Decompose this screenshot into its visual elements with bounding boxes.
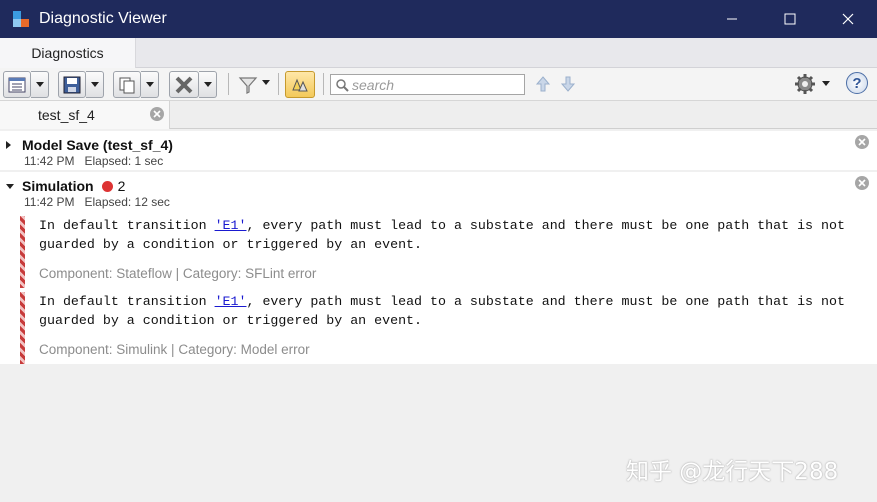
search-input[interactable]: [352, 76, 522, 93]
close-icon: [153, 110, 161, 118]
chevron-down-icon: [35, 82, 44, 87]
minimize-button[interactable]: [703, 0, 761, 38]
tab-test-sf-4[interactable]: test_sf_4: [0, 101, 170, 129]
group-timestamp: 11:42 PM Elapsed: 12 sec: [24, 195, 170, 209]
diagnostics-panel: Model Save (test_sf_4) 11:42 PM Elapsed:…: [0, 130, 877, 502]
list-view-icon: [8, 77, 26, 92]
chevron-down-icon: [203, 82, 212, 87]
toolbar-separator: [323, 73, 324, 95]
search-icon: [336, 78, 349, 92]
group-title: Model Save (test_sf_4): [22, 137, 173, 153]
diagnostic-message: In default transition 'E1', every path m…: [20, 292, 877, 364]
diagnostic-viewer-app-icon: [13, 11, 29, 27]
save-dropdown[interactable]: [86, 71, 104, 98]
error-severity-bar: [20, 292, 25, 364]
close-window-button[interactable]: [819, 0, 877, 38]
copy-dropdown[interactable]: [141, 71, 159, 98]
group-toggle-button[interactable]: [285, 71, 315, 98]
diagnostic-group-simulation[interactable]: Simulation 2 11:42 PM Elapsed: 12 sec In …: [0, 172, 877, 364]
clear-dropdown[interactable]: [199, 71, 217, 98]
close-icon: [858, 138, 866, 146]
document-tab-strip: test_sf_4: [0, 101, 877, 129]
search-box[interactable]: [330, 74, 525, 95]
group-timestamp: 11:42 PM Elapsed: 1 sec: [24, 154, 164, 168]
error-count: 2: [117, 178, 126, 194]
message-meta: Component: Simulink | Category: Model er…: [39, 342, 310, 357]
group-title: Simulation 2: [22, 178, 126, 194]
copy-button[interactable]: [113, 71, 141, 98]
previous-message-button[interactable]: [535, 75, 551, 93]
maximize-button[interactable]: [761, 0, 819, 38]
settings-dropdown[interactable]: [822, 81, 830, 86]
copy-icon: [119, 77, 135, 93]
save-icon: [63, 76, 81, 93]
close-icon: [858, 179, 866, 187]
dismiss-group-button[interactable]: [855, 135, 869, 149]
message-text: In default transition 'E1', every path m…: [39, 294, 845, 328]
filter-dropdown[interactable]: [262, 80, 270, 85]
filter-icon: [238, 77, 258, 94]
filter-button[interactable]: [236, 73, 260, 97]
help-icon: ?: [852, 74, 862, 92]
window-controls: [703, 0, 877, 38]
view-button[interactable]: [3, 71, 31, 98]
settings-button[interactable]: [794, 73, 816, 95]
window-title: Diagnostic Viewer: [39, 10, 167, 27]
transition-link[interactable]: 'E1': [215, 294, 247, 309]
toolbar-separator: [278, 73, 279, 95]
save-button[interactable]: [58, 71, 86, 98]
title-bar: Diagnostic Viewer: [0, 0, 877, 38]
arrow-down-icon: [560, 76, 576, 92]
message-text: In default transition 'E1', every path m…: [39, 218, 845, 252]
view-dropdown[interactable]: [31, 71, 49, 98]
chevron-down-icon: [822, 81, 830, 86]
arrow-up-icon: [535, 76, 551, 92]
message-meta: Component: Stateflow | Category: SFLint …: [39, 266, 317, 281]
ribbon-bar: Diagnostics: [0, 38, 877, 68]
expand-icon[interactable]: [6, 141, 11, 149]
close-tab-button[interactable]: [150, 107, 164, 121]
help-button[interactable]: ?: [846, 72, 868, 94]
next-message-button[interactable]: [560, 75, 576, 93]
close-icon: [842, 13, 854, 25]
delete-x-icon: [175, 76, 193, 93]
chevron-down-icon: [262, 80, 270, 85]
gear-icon: [795, 74, 815, 94]
toolbar-separator: [228, 73, 229, 95]
chevron-down-icon: [145, 82, 154, 87]
tab-diagnostics[interactable]: Diagnostics: [0, 38, 136, 68]
watermark: 知乎 @龙行天下288: [626, 459, 839, 485]
error-severity-bar: [20, 216, 25, 288]
collapse-icon[interactable]: [6, 184, 14, 189]
dismiss-group-button[interactable]: [855, 176, 869, 190]
transition-link[interactable]: 'E1': [215, 218, 247, 233]
diagnostic-message: In default transition 'E1', every path m…: [20, 216, 877, 288]
error-icon: [101, 181, 113, 192]
chevron-down-icon: [90, 82, 99, 87]
clear-button[interactable]: [169, 71, 199, 98]
group-messages-icon: [292, 78, 308, 91]
minimize-icon: [727, 18, 737, 20]
maximize-icon: [784, 13, 796, 25]
diagnostic-group-model-save[interactable]: Model Save (test_sf_4) 11:42 PM Elapsed:…: [0, 131, 877, 170]
tab-label: test_sf_4: [38, 107, 95, 123]
